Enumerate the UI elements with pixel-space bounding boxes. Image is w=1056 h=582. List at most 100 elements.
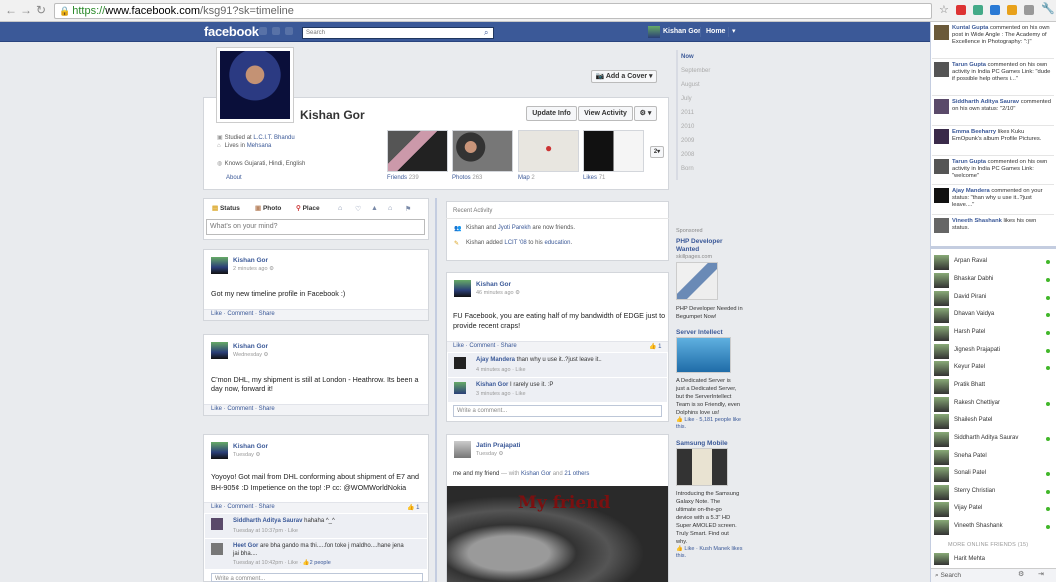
- back-arrow-icon[interactable]: ←: [4, 3, 18, 17]
- chevron-down-icon[interactable]: ▾: [732, 27, 736, 35]
- comment-author[interactable]: Heet Gor: [233, 543, 258, 549]
- chat-friend[interactable]: Siddharth Aditya Saurav: [934, 431, 1052, 447]
- timeline-nav-july[interactable]: July: [681, 96, 692, 102]
- tab-photo[interactable]: ▣ Photo: [255, 204, 281, 212]
- friend-requests-icon[interactable]: [259, 27, 267, 35]
- like-count[interactable]: 👍 1: [407, 504, 420, 511]
- post-time[interactable]: Tuesday ⚙: [233, 452, 260, 458]
- like-comment-share[interactable]: Like · Comment · Share: [211, 406, 275, 412]
- chat-friend[interactable]: Harsh Patel: [934, 325, 1052, 341]
- chat-friend[interactable]: Bhaskar Dabhi: [934, 272, 1052, 288]
- ad-title[interactable]: Samsung Mobile: [676, 440, 728, 447]
- friends-label[interactable]: Friends 239: [387, 175, 419, 181]
- comment-author[interactable]: Ajay Mandera: [476, 357, 515, 363]
- chat-friend[interactable]: Keyur Patel: [934, 360, 1052, 376]
- star-icon[interactable]: ☆: [939, 3, 949, 16]
- flag-icon[interactable]: ⚑: [405, 205, 411, 213]
- post-time[interactable]: 46 minutes ago ⚙: [476, 290, 520, 296]
- comment-author[interactable]: Kishan Gor: [476, 382, 508, 388]
- about-link[interactable]: About: [226, 175, 242, 181]
- avatar[interactable]: [211, 543, 223, 555]
- extension-icon[interactable]: [973, 5, 983, 15]
- ticker-resize-handle[interactable]: [931, 246, 1056, 249]
- comment-author[interactable]: Siddharth Aditya Saurav: [233, 518, 302, 524]
- search-icon[interactable]: ⌕: [484, 27, 488, 39]
- comment-likes[interactable]: 2 people: [310, 560, 331, 566]
- avatar[interactable]: [454, 357, 466, 369]
- likes-label[interactable]: Likes 71: [583, 175, 605, 181]
- chat-friend[interactable]: Harit Mehta: [934, 553, 1052, 566]
- timeline-nav-2010[interactable]: 2010: [681, 124, 694, 130]
- profile-link[interactable]: Kishan Gor: [663, 28, 701, 35]
- gear-icon[interactable]: ⚙: [1018, 570, 1024, 578]
- house-icon[interactable]: ⌂: [388, 205, 392, 212]
- comment-input[interactable]: Write a comment...: [211, 573, 423, 582]
- school-link[interactable]: L.C.I.T. Bhandu: [253, 135, 294, 141]
- ad-image[interactable]: [676, 262, 718, 300]
- ad-domain[interactable]: skillpages.com: [676, 254, 712, 260]
- friend-link[interactable]: Jyoti Parekh: [498, 225, 531, 231]
- post-author[interactable]: Jatin Prajapati: [476, 442, 520, 449]
- friends-thumbnail[interactable]: [387, 130, 448, 172]
- timeline-nav-2011[interactable]: 2011: [681, 110, 694, 116]
- chat-friend[interactable]: Vijay Patel: [934, 501, 1052, 517]
- profile-picture[interactable]: [216, 47, 294, 123]
- comment-meta[interactable]: 4 minutes ago · Like: [476, 367, 526, 373]
- chat-friend[interactable]: Dhavan Vaidya: [934, 307, 1052, 323]
- add-cover-button[interactable]: 📷 Add a Cover ▾: [591, 70, 657, 83]
- school-link[interactable]: LCIT '08: [504, 240, 526, 246]
- comment-meta[interactable]: 3 minutes ago · Like: [476, 391, 526, 397]
- photos-label[interactable]: Photos 263: [452, 175, 482, 181]
- like-comment-share[interactable]: Like · Comment · Share: [211, 311, 275, 317]
- post-time[interactable]: Tuesday ⚙: [476, 451, 503, 457]
- chat-friend[interactable]: Pratik Bhatt: [934, 378, 1052, 394]
- ticker-item[interactable]: Kuntal Gupta commented on his own post i…: [934, 25, 1052, 47]
- post-author[interactable]: Kishan Gor: [476, 281, 511, 288]
- like-comment-share[interactable]: Like · Comment · Share: [211, 504, 275, 510]
- ticker-item[interactable]: Ajay Mandera commented on your status: "…: [934, 188, 1052, 210]
- avatar[interactable]: [454, 382, 466, 394]
- chat-friend[interactable]: Sterry Christian: [934, 484, 1052, 500]
- ticker-item[interactable]: Tarun Gupta commented on his own activit…: [934, 62, 1052, 84]
- post-author[interactable]: Kishan Gor: [233, 257, 268, 264]
- education-link[interactable]: education: [544, 240, 570, 246]
- chat-friend[interactable]: Arpan Raval: [934, 254, 1052, 270]
- ad-like[interactable]: 👍 Like · 5,181 people like: [676, 417, 741, 423]
- comment-meta[interactable]: Tuesday at 10:37pm · Like: [233, 528, 298, 534]
- extension-icon[interactable]: [990, 5, 1000, 15]
- briefcase-icon[interactable]: ▲: [371, 205, 378, 212]
- chat-friend[interactable]: Vineeth Shashank: [934, 519, 1052, 535]
- avatar[interactable]: [211, 342, 228, 359]
- ad-title-continued[interactable]: Wanted: [676, 246, 699, 253]
- city-link[interactable]: Mehsana: [247, 143, 272, 149]
- chat-friend[interactable]: Sonali Patel: [934, 466, 1052, 482]
- avatar[interactable]: [211, 518, 223, 530]
- search-input[interactable]: Search: [302, 27, 494, 39]
- chat-friend[interactable]: Sneha Patel: [934, 449, 1052, 465]
- wrench-icon[interactable]: 🔧: [1041, 2, 1055, 15]
- notifications-icon[interactable]: [285, 27, 293, 35]
- timeline-nav-born[interactable]: Born: [681, 166, 694, 172]
- likes-thumbnail[interactable]: [583, 130, 644, 172]
- avatar[interactable]: [454, 280, 471, 297]
- ad-like[interactable]: 👍 Like · Kush Manek likes: [676, 546, 742, 552]
- address-bar[interactable]: 🔒 https://www.facebook.com/ksg91?sk=timel…: [54, 3, 932, 19]
- timeline-nav-2009[interactable]: 2009: [681, 138, 694, 144]
- chat-friend[interactable]: Shailesh Patel: [934, 413, 1052, 429]
- map-thumbnail[interactable]: ●: [518, 130, 579, 172]
- ticker-item[interactable]: Tarun Gupta commented on his own activit…: [934, 159, 1052, 181]
- timeline-nav-now[interactable]: Now: [681, 54, 694, 60]
- avatar[interactable]: [211, 442, 228, 459]
- extension-icon[interactable]: [956, 5, 966, 15]
- comment-input[interactable]: Write a comment...: [453, 405, 662, 417]
- avatar[interactable]: [648, 26, 660, 38]
- avatar[interactable]: [211, 257, 228, 274]
- timeline-nav-2008[interactable]: 2008: [681, 152, 694, 158]
- profile-name[interactable]: Kishan Gor: [300, 108, 365, 122]
- chat-friend[interactable]: David Pirani: [934, 290, 1052, 306]
- chat-friend[interactable]: Jignesh Prajapati: [934, 343, 1052, 359]
- ad-image[interactable]: [676, 448, 728, 486]
- tab-status[interactable]: ▤ Status: [212, 204, 240, 212]
- like-count[interactable]: 👍 1: [649, 343, 662, 350]
- extension-icon[interactable]: [1024, 5, 1034, 15]
